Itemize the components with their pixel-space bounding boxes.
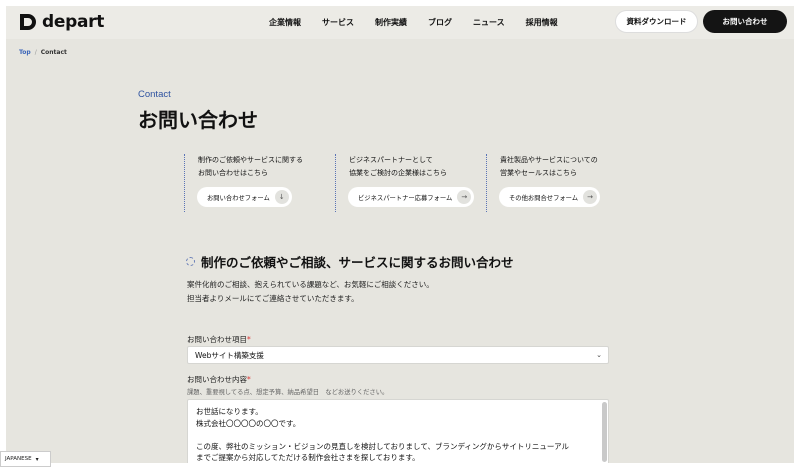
section-description: 案件化前のご相談、抱えられている課題など、お気軽にご相談ください。 担当者よりメ… — [187, 280, 434, 303]
chevron-down-icon: ▾ — [35, 455, 39, 463]
card-text: 貴社製品やサービスについての 営業やセールスはこちら — [500, 156, 598, 177]
breadcrumb-current: Contact — [40, 49, 67, 56]
breadcrumb-top-link[interactable]: Top — [19, 49, 31, 56]
inquiry-content-hint: 課題、重要視してる点、想定予算、納品希望日 などお送りください。 — [187, 389, 389, 396]
nav-item-service[interactable]: サービス — [322, 17, 354, 28]
inquiry-item-select[interactable]: Webサイト構築支援 ⌄ — [187, 346, 609, 364]
breadcrumb: Top / Contact — [19, 49, 67, 56]
required-mark: * — [247, 335, 251, 344]
site-header: depart 企業情報 サービス 制作実績 ブログ ニュース 採用情報 資料ダウ… — [6, 6, 794, 39]
download-docs-button[interactable]: 資料ダウンロード — [615, 10, 698, 33]
card-text: ビジネスパートナーとして 協業をご検討の企業様はこちら — [349, 156, 447, 177]
chevron-down-icon: ⌄ — [596, 351, 602, 359]
logo-text: depart — [42, 12, 105, 32]
category-card-production: 制作のご依頼やサービスに関する お問い合わせはこちら お問い合わせフォーム ↓ — [184, 154, 324, 212]
inquiry-content-textarea[interactable]: お世話になります。 株式会社〇〇〇〇の〇〇です。 この度、弊社のミッション・ビジ… — [187, 399, 609, 463]
card-text: 制作のご依頼やサービスに関する お問い合わせはこちら — [198, 156, 303, 177]
nav-item-works[interactable]: 制作実績 — [375, 17, 407, 28]
category-card-sales: 貴社製品やサービスについての 営業やセールスはこちら その他お問合せフォーム → — [486, 154, 626, 212]
contact-button[interactable]: お問い合わせ — [703, 10, 787, 33]
required-mark: * — [247, 375, 251, 384]
language-select[interactable]: JAPANESE ▾ — [0, 451, 51, 467]
nav-item-company[interactable]: 企業情報 — [269, 17, 301, 28]
section-title: 制作のご依頼やご相談、サービスに関するお問い合わせ — [186, 252, 514, 271]
partner-form-button[interactable]: ビジネスパートナー応募フォーム → — [348, 187, 475, 207]
arrow-right-icon: → — [457, 190, 472, 204]
page-frame: depart 企業情報 サービス 制作実績 ブログ ニュース 採用情報 資料ダウ… — [6, 6, 794, 463]
textarea-scrollbar[interactable] — [602, 402, 607, 462]
nav-item-recruit[interactable]: 採用情報 — [526, 17, 558, 28]
page-kicker: Contact — [138, 89, 171, 100]
logo-d-icon — [20, 14, 36, 30]
main-nav: 企業情報 サービス 制作実績 ブログ ニュース 採用情報 — [269, 17, 579, 28]
logo[interactable]: depart — [18, 12, 104, 32]
inquiry-form-button[interactable]: お問い合わせフォーム ↓ — [197, 187, 292, 207]
nav-item-news[interactable]: ニュース — [473, 17, 505, 28]
breadcrumb-separator: / — [34, 49, 37, 56]
page-title: お問い合わせ — [138, 108, 258, 132]
inquiry-content-label: お問い合わせ内容* — [187, 375, 251, 384]
nav-item-blog[interactable]: ブログ — [428, 17, 452, 28]
other-form-button[interactable]: その他お問合せフォーム → — [499, 187, 601, 207]
arrow-right-icon: → — [583, 190, 598, 204]
inquiry-categories: 制作のご依頼やサービスに関する お問い合わせはこちら お問い合わせフォーム ↓ … — [184, 154, 637, 212]
inquiry-item-label: お問い合わせ項目* — [187, 335, 251, 344]
category-card-partner: ビジネスパートナーとして 協業をご検討の企業様はこちら ビジネスパートナー応募フ… — [335, 154, 475, 212]
dotted-circle-icon — [186, 257, 195, 266]
arrow-down-icon: ↓ — [274, 190, 289, 204]
